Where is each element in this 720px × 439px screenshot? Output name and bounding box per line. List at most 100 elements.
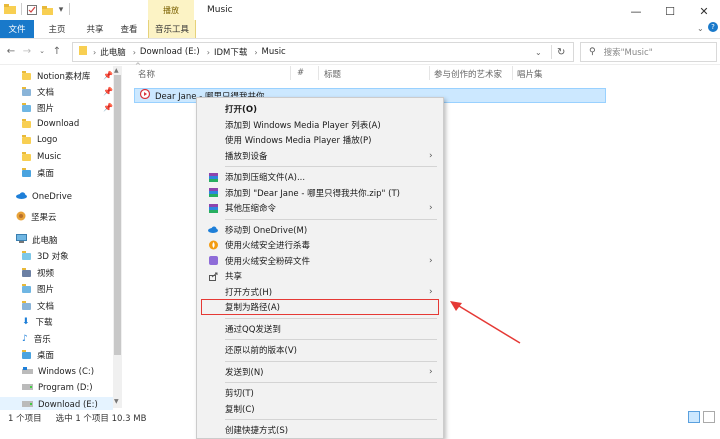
folder-icon [22, 134, 31, 144]
sidebar-item-downloads[interactable]: ⬇ 下载 [22, 314, 53, 330]
breadcrumb-music[interactable]: Music [262, 47, 286, 57]
pin-icon[interactable]: 📌 [103, 71, 113, 80]
column-divider[interactable] [429, 66, 430, 80]
pictures-icon [22, 283, 31, 293]
tab-home[interactable]: 主页 [40, 20, 74, 38]
menu-item-label: 使用火绒安全粉碎文件 [225, 256, 311, 267]
menu-item[interactable]: 打开(O) [197, 102, 443, 116]
menu-item[interactable]: 使用 Windows Media Player 播放(P) [197, 133, 443, 147]
scrollbar-thumb[interactable] [114, 75, 121, 355]
column-divider[interactable] [290, 66, 291, 80]
menu-item[interactable]: 打开方式(H) › [197, 285, 443, 299]
sidebar-item-label: Download [37, 119, 80, 129]
large-icons-view-icon[interactable] [703, 411, 715, 423]
maximize-button[interactable]: ☐ [652, 0, 688, 22]
column-divider[interactable] [318, 66, 319, 80]
menu-item[interactable]: 使用火绒安全粉碎文件 › [197, 254, 443, 268]
sidebar-item-desktop[interactable]: 桌面 [22, 165, 54, 181]
sidebar-item-pc-pictures[interactable]: 图片 [22, 281, 54, 297]
sidebar-item-download[interactable]: Download [22, 116, 79, 132]
menu-item[interactable]: 移动到 OneDrive(M) [197, 223, 443, 237]
sidebar-item-notion[interactable]: Notion素材库 [22, 68, 90, 84]
details-view-icon[interactable] [688, 411, 700, 423]
tab-view[interactable]: 查看 [112, 20, 146, 38]
context-tab-play[interactable]: 播放 [148, 0, 194, 21]
sidebar-item-pc-documents[interactable]: 文档 [22, 298, 54, 314]
tab-file[interactable]: 文件 [0, 20, 34, 38]
menu-item[interactable]: 添加到 Windows Media Player 列表(A) [197, 118, 443, 132]
tab-music-tools[interactable]: 音乐工具 [148, 20, 196, 38]
window-title: Music [207, 5, 233, 15]
column-album[interactable]: 唱片集 [517, 68, 543, 80]
breadcrumb-this-pc[interactable]: 此电脑 [100, 46, 126, 58]
address-bar[interactable]: › 此电脑 › Download (E:) › IDM下载 › Music ⌄ … [72, 42, 574, 62]
menu-item[interactable]: 添加到压缩文件(A)... [197, 170, 443, 184]
menu-item[interactable]: 复制(C) [197, 402, 443, 416]
breadcrumb-idm[interactable]: IDM下载 [214, 46, 247, 58]
forward-icon[interactable]: → [20, 44, 34, 58]
sidebar-item-music[interactable]: Music [22, 149, 61, 165]
up-icon[interactable]: ↑ [50, 44, 64, 58]
pin-icon[interactable]: 📌 [103, 87, 113, 96]
menu-item[interactable]: 发送到(N) › [197, 365, 443, 379]
sidebar-item-3d-objects[interactable]: 3D 对象 [22, 248, 69, 264]
menu-item[interactable]: 剪切(T) [197, 386, 443, 400]
scroll-up-icon[interactable]: ▲ [114, 67, 119, 74]
sidebar-item-logo[interactable]: Logo [22, 132, 57, 148]
sidebar-item-drive-e[interactable]: Download (E:) [0, 397, 113, 410]
folder-icon [79, 46, 87, 58]
pictures-icon [22, 102, 31, 112]
menu-item[interactable]: 播放到设备 › [197, 149, 443, 163]
close-button[interactable]: ✕ [686, 0, 720, 22]
scroll-down-icon[interactable]: ▼ [114, 398, 119, 405]
recent-locations-icon[interactable]: ⌄ [35, 44, 49, 58]
desktop-icon [22, 167, 31, 177]
sidebar-item-label: 桌面 [37, 351, 55, 361]
sidebar-item-onedrive[interactable]: OneDrive [16, 189, 72, 205]
menu-item[interactable]: 共享 [197, 269, 443, 283]
new-folder-icon[interactable] [41, 4, 53, 16]
sidebar-item-this-pc[interactable]: 此电脑 [16, 232, 58, 248]
menu-item[interactable]: 还原以前的版本(V) [197, 343, 443, 357]
menu-item-label: 还原以前的版本(V) [225, 346, 297, 356]
menu-item[interactable]: 通过QQ发送到 [197, 322, 443, 336]
sidebar-item-pc-desktop[interactable]: 桌面 [22, 347, 54, 363]
sidebar-item-videos[interactable]: 视频 [22, 265, 54, 281]
search-input[interactable]: ⚲ 搜索"Music" [580, 42, 717, 62]
context-menu: 打开(O) 添加到 Windows Media Player 列表(A) 使用 Wi… [196, 97, 444, 439]
menu-item[interactable]: 其他压缩命令 › [197, 201, 443, 215]
sidebar-item-jianguoyun[interactable]: 坚果云 [16, 209, 57, 225]
menu-item-label: 移动到 OneDrive(M) [225, 225, 308, 236]
column-divider[interactable] [512, 66, 513, 80]
sidebar-item-documents[interactable]: 文档 [22, 84, 54, 100]
address-dropdown-icon[interactable]: ⌄ [535, 48, 542, 57]
music-note-icon: ♪ [22, 334, 28, 344]
menu-item[interactable]: 创建快捷方式(S) [197, 423, 443, 437]
help-icon[interactable]: ? [708, 22, 718, 32]
sidebar-item-drive-c[interactable]: Windows (C:) [22, 364, 94, 380]
minimize-button[interactable]: — [618, 0, 654, 22]
column-number[interactable]: # [297, 68, 304, 78]
menu-item-label: 使用火绒安全进行杀毒 [225, 241, 311, 251]
sidebar-item-pc-music[interactable]: ♪ 音乐 [22, 331, 51, 347]
share-icon [208, 271, 218, 281]
chevron-down-icon[interactable]: ▾ [55, 4, 67, 16]
column-artist[interactable]: 参与创作的艺术家 [434, 68, 502, 80]
breadcrumb-drive-e[interactable]: Download (E:) [140, 47, 200, 57]
refresh-icon[interactable]: ↻ [557, 47, 565, 58]
videos-icon [22, 267, 31, 277]
sidebar-item-label: 3D 对象 [37, 252, 69, 262]
divider [21, 3, 22, 15]
pin-icon[interactable]: 📌 [103, 103, 113, 112]
column-title[interactable]: 标题 [324, 68, 341, 80]
column-name[interactable]: 名称 [138, 68, 155, 80]
sidebar-item-pictures[interactable]: 图片 [22, 100, 54, 116]
folder-icon [22, 151, 31, 161]
tab-share[interactable]: 共享 [78, 20, 112, 38]
back-icon[interactable]: ← [4, 44, 18, 58]
menu-item[interactable]: 使用火绒安全进行杀毒 [197, 238, 443, 252]
sidebar-item-drive-d[interactable]: Program (D:) [22, 380, 93, 396]
menu-item[interactable]: 添加到 "Dear Jane - 哪里只得我共你.zip" (T) [197, 186, 443, 200]
properties-icon[interactable] [26, 4, 38, 16]
expand-ribbon-icon[interactable]: ⌄ [697, 24, 704, 33]
